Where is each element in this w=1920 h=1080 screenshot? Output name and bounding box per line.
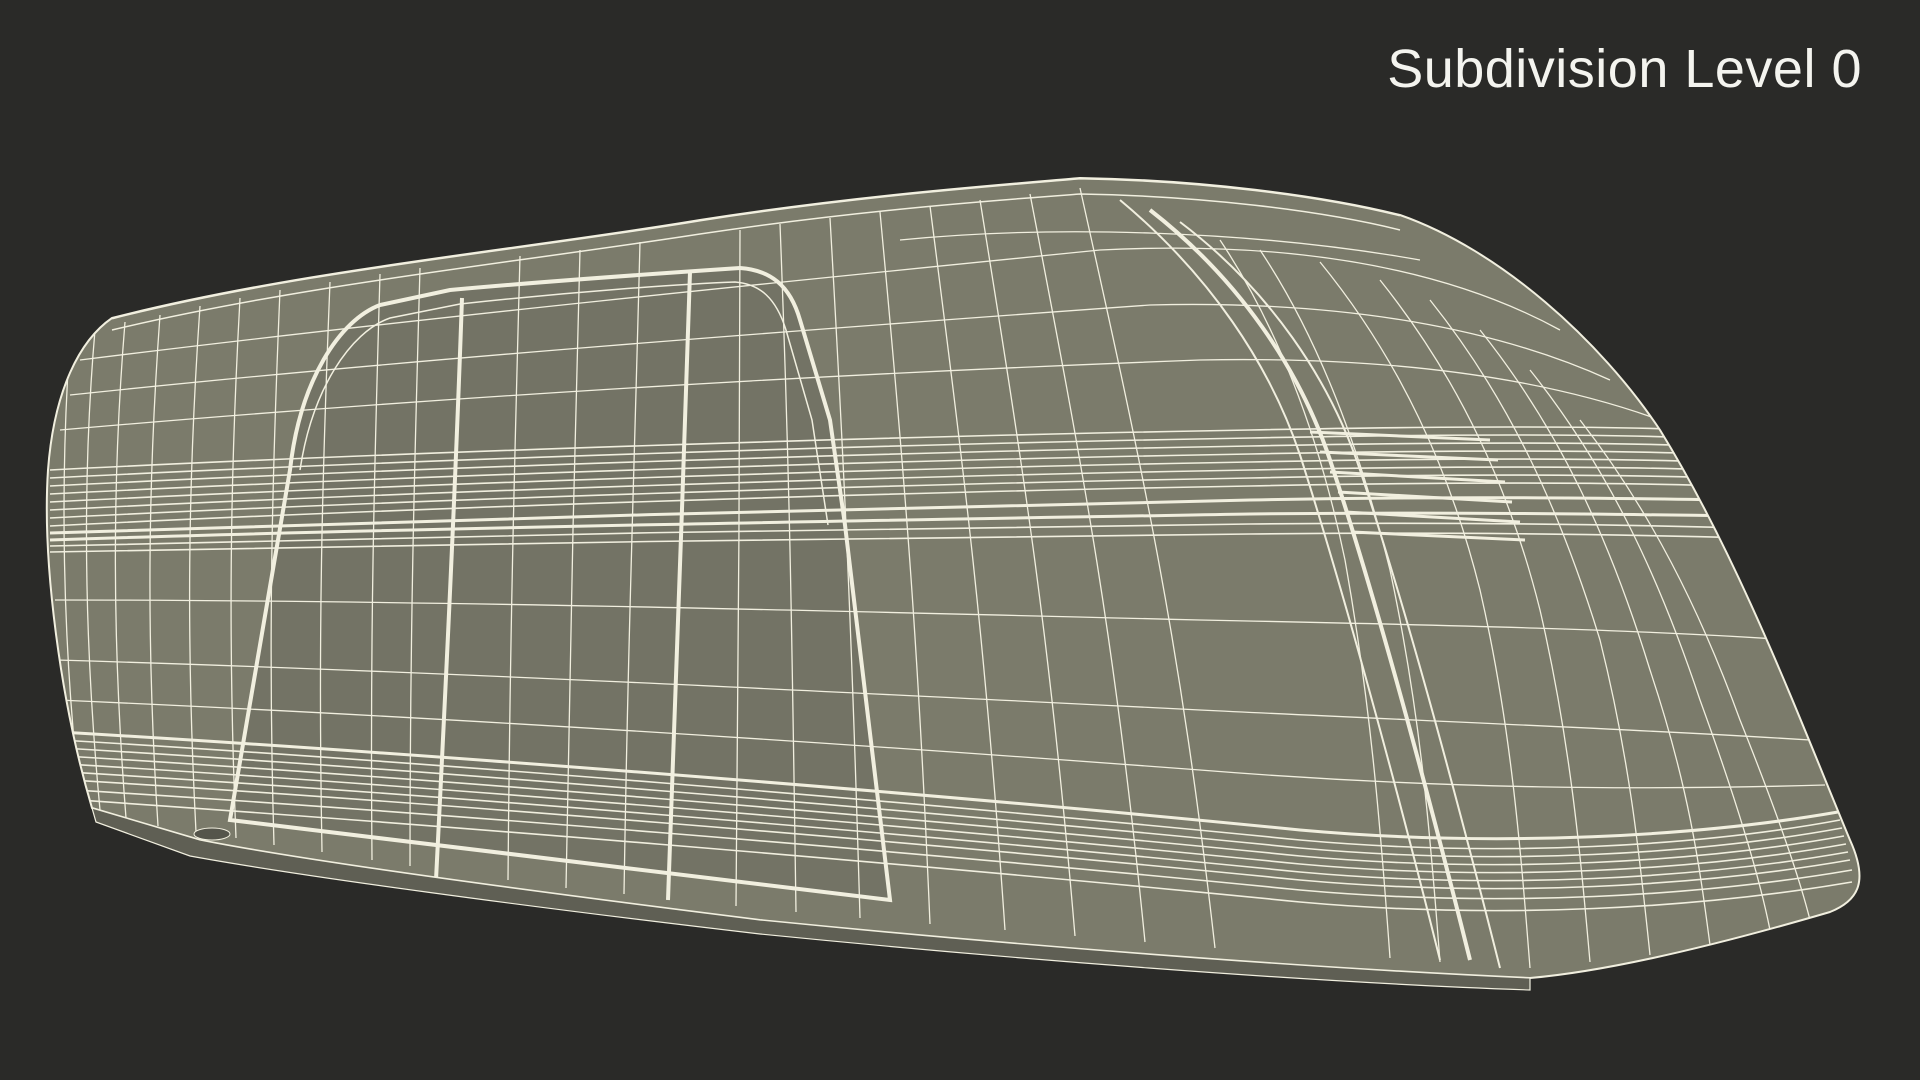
model-foot (193, 827, 231, 841)
wireframe-model (45, 176, 1861, 991)
subdivision-level-label: Subdivision Level 0 (1387, 39, 1862, 99)
render-viewport: Subdivision Level 0 (0, 0, 1920, 1080)
